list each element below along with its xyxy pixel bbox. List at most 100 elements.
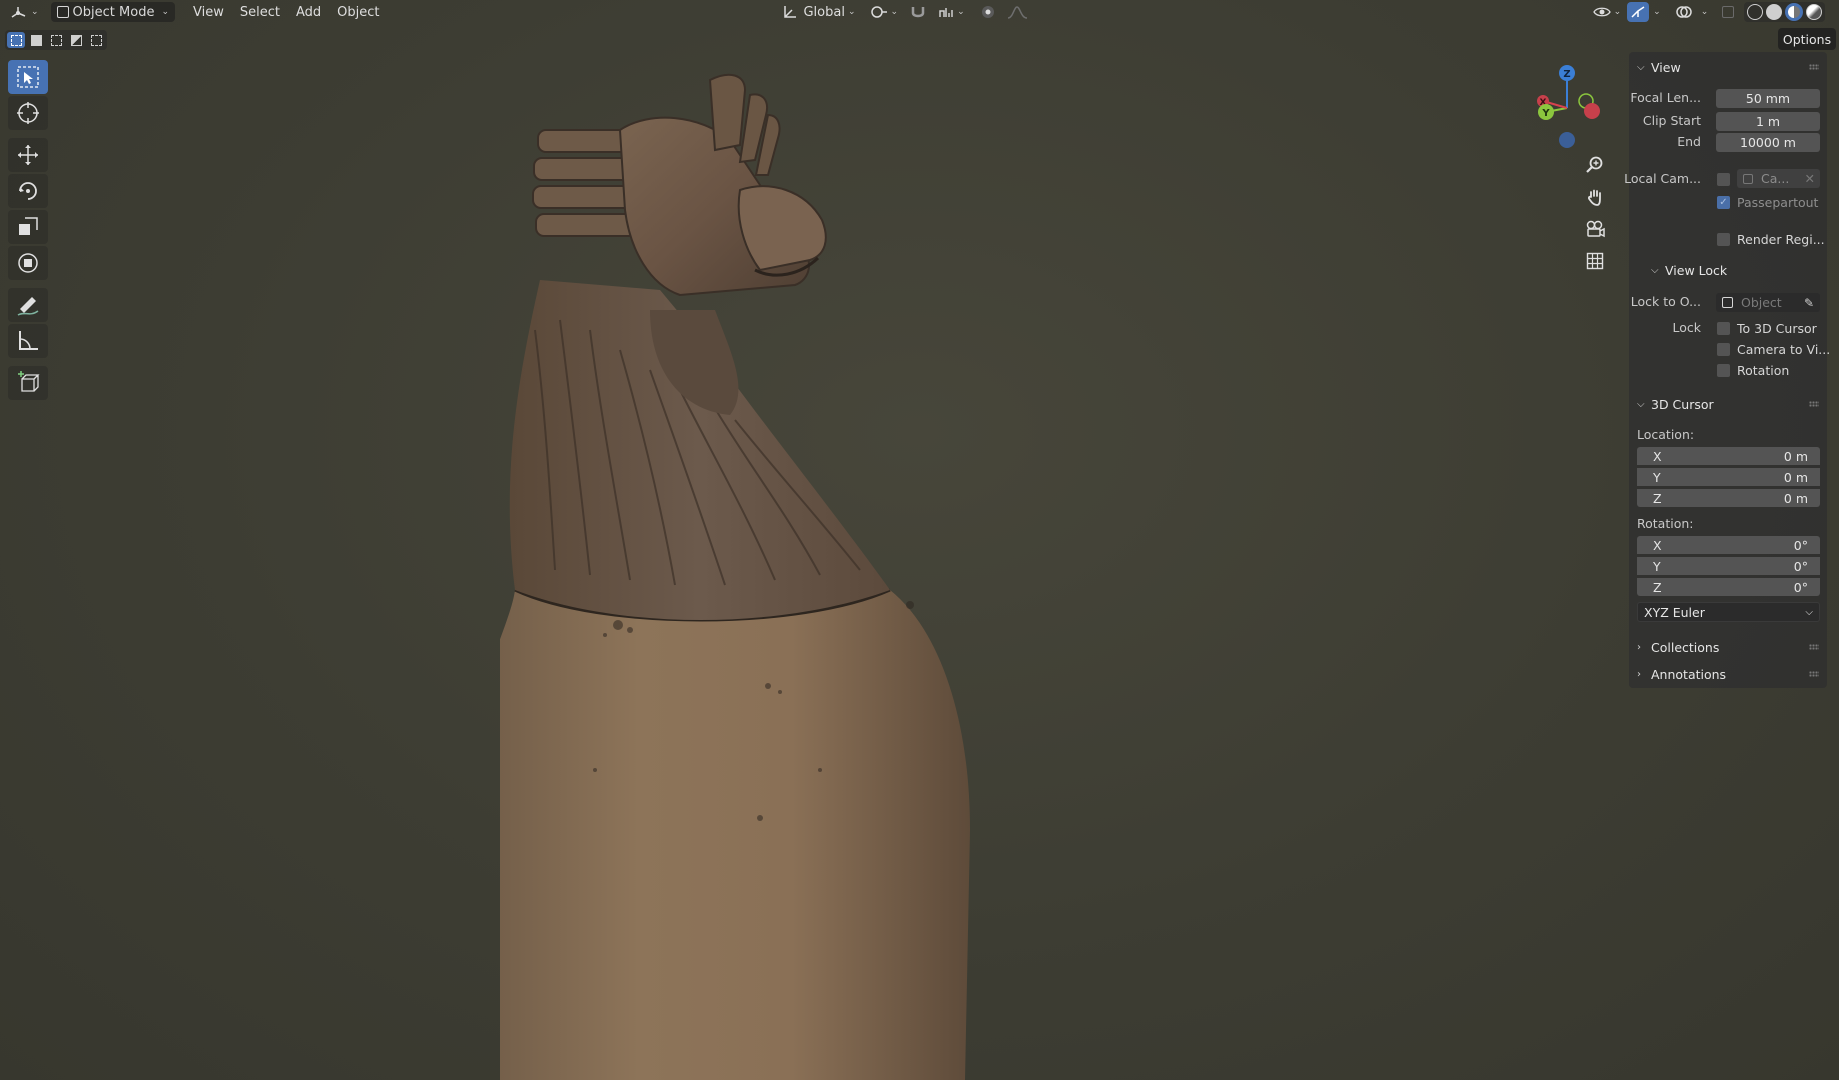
pivot-point-dropdown[interactable]: ⌄ bbox=[864, 2, 905, 22]
camera-view-button[interactable] bbox=[1580, 214, 1610, 244]
options-button[interactable]: Options bbox=[1778, 28, 1836, 50]
transform-tool[interactable] bbox=[8, 246, 48, 280]
canopic-jar-model[interactable] bbox=[500, 70, 1150, 1080]
rotation-mode-dropdown[interactable]: XYZ Euler ⌵ bbox=[1637, 602, 1820, 622]
measure-tool[interactable] bbox=[8, 324, 48, 358]
cursor-rotation-z-field[interactable]: Z 0° bbox=[1637, 578, 1820, 596]
render-region-label: Render Regi... bbox=[1737, 232, 1825, 247]
annotate-tool[interactable] bbox=[8, 288, 48, 322]
menu-select[interactable]: Select bbox=[232, 2, 288, 22]
select-subtract-icon[interactable] bbox=[47, 32, 65, 48]
scale-tool[interactable] bbox=[8, 210, 48, 244]
gizmo-icon bbox=[1631, 6, 1645, 18]
eye-icon bbox=[1592, 7, 1611, 17]
chevron-down-icon: ⌵ bbox=[1637, 398, 1645, 410]
local-camera-checkbox[interactable] bbox=[1717, 173, 1730, 186]
clip-end-field[interactable]: 10000 m bbox=[1716, 133, 1820, 152]
overlays-toggle[interactable] bbox=[1669, 2, 1699, 22]
3d-cursor-title: 3D Cursor bbox=[1651, 396, 1714, 412]
render-region-checkbox[interactable] bbox=[1717, 233, 1730, 246]
axis-value: 0° bbox=[1793, 537, 1808, 553]
orientation-icon bbox=[784, 6, 797, 18]
menu-add[interactable]: Add bbox=[288, 2, 329, 22]
pan-view-button[interactable] bbox=[1580, 182, 1610, 212]
object-mode-icon bbox=[56, 6, 69, 18]
cursor-location-x-field[interactable]: X 0 m bbox=[1637, 447, 1820, 465]
clear-icon[interactable]: ✕ bbox=[1805, 171, 1815, 186]
passepartout-checkbox[interactable]: ✓ bbox=[1717, 196, 1730, 209]
collections-header[interactable]: › Collections bbox=[1637, 636, 1719, 658]
scale-icon bbox=[19, 217, 38, 235]
axis-label: X bbox=[1653, 448, 1662, 464]
hand-icon bbox=[1588, 189, 1601, 206]
chevron-down-icon: ⌵ bbox=[1805, 606, 1813, 618]
select-invert-icon[interactable] bbox=[67, 32, 85, 48]
eyedropper-icon[interactable]: ✎ bbox=[1804, 296, 1814, 310]
rotation-mode-value: XYZ Euler bbox=[1644, 604, 1705, 620]
axis-label: Z bbox=[1653, 579, 1662, 595]
solid-shading-icon[interactable] bbox=[1766, 4, 1783, 20]
gizmo-toggle[interactable] bbox=[1627, 2, 1650, 22]
visibility-dropdown[interactable]: ⌄ bbox=[1587, 2, 1628, 22]
select-box-tool[interactable] bbox=[8, 60, 48, 94]
3d-cursor-header[interactable]: ⌵ 3D Cursor bbox=[1637, 393, 1714, 415]
drag-handle-icon[interactable] bbox=[1809, 64, 1819, 70]
clip-start-field[interactable]: 1 m bbox=[1716, 112, 1820, 131]
cursor-tool[interactable] bbox=[8, 96, 48, 130]
gizmo-z-label: Z bbox=[1563, 69, 1570, 80]
rotate-tool[interactable] bbox=[8, 174, 48, 208]
snap-target-dropdown[interactable]: ⌄ bbox=[932, 2, 971, 22]
selection-mode-buttons bbox=[5, 30, 107, 50]
view-lock-header[interactable]: ⌵ View Lock bbox=[1651, 259, 1727, 281]
move-tool[interactable] bbox=[8, 138, 48, 172]
menu-object[interactable]: Object bbox=[329, 2, 387, 22]
camera-to-view-checkbox[interactable] bbox=[1717, 343, 1730, 356]
lock-rotation-checkbox[interactable] bbox=[1717, 364, 1730, 377]
xray-toggle[interactable] bbox=[1716, 2, 1740, 22]
lock-to-object-field[interactable]: Object ✎ bbox=[1716, 293, 1820, 312]
chevron-down-icon: ⌄ bbox=[1613, 7, 1622, 17]
annotations-title: Annotations bbox=[1651, 666, 1727, 682]
navigation-gizmo[interactable]: Z X Y bbox=[1525, 60, 1605, 155]
material-shading-icon[interactable] bbox=[1785, 3, 1804, 21]
rendered-shading-icon[interactable] bbox=[1806, 4, 1823, 20]
proportional-editing-toggle[interactable] bbox=[975, 2, 1001, 22]
transform-orientation-label: Global bbox=[803, 4, 845, 20]
local-camera-field[interactable]: Ca... ✕ bbox=[1737, 169, 1820, 188]
lock-to-3d-cursor-checkbox[interactable] bbox=[1717, 322, 1730, 335]
select-intersect-icon[interactable] bbox=[87, 32, 105, 48]
view-panel-header[interactable]: ⌵ View bbox=[1637, 56, 1681, 78]
view-lock-title: View Lock bbox=[1665, 262, 1728, 278]
cursor-rotation-y-field[interactable]: Y 0° bbox=[1637, 557, 1820, 575]
cursor-rotation-x-field[interactable]: X 0° bbox=[1637, 536, 1820, 554]
select-extend-icon[interactable] bbox=[27, 32, 45, 48]
drag-handle-icon[interactable] bbox=[1809, 644, 1819, 650]
transform-orientation-dropdown[interactable]: Global ⌄ bbox=[776, 2, 861, 22]
chevron-down-icon[interactable]: ⌄ bbox=[1653, 7, 1661, 17]
ortho-toggle-button[interactable] bbox=[1580, 246, 1610, 276]
gizmo-y-label: Y bbox=[1541, 108, 1550, 119]
wireframe-shading-icon[interactable] bbox=[1747, 4, 1764, 20]
chevron-down-icon: ⌄ bbox=[161, 7, 169, 17]
local-camera-value: Ca... bbox=[1761, 171, 1790, 186]
overlays-icon bbox=[1675, 6, 1692, 18]
chevron-down-icon: ⌄ bbox=[31, 7, 39, 17]
cursor-location-z-field[interactable]: Z 0 m bbox=[1637, 489, 1820, 507]
cursor-location-y-field[interactable]: Y 0 m bbox=[1637, 468, 1820, 486]
lock-to-object-placeholder: Object bbox=[1741, 295, 1782, 310]
select-new-icon[interactable] bbox=[7, 32, 25, 48]
focal-length-field[interactable]: 50 mm bbox=[1716, 89, 1820, 108]
viewport-header: ⌄ Object Mode ⌄ View Select Add Object G… bbox=[0, 0, 1839, 24]
3d-viewport[interactable]: ⌄ Object Mode ⌄ View Select Add Object G… bbox=[0, 0, 1839, 1080]
add-cube-tool[interactable] bbox=[8, 366, 48, 400]
chevron-down-icon[interactable]: ⌄ bbox=[1701, 7, 1709, 17]
zoom-view-button[interactable] bbox=[1580, 150, 1610, 180]
drag-handle-icon[interactable] bbox=[1809, 671, 1819, 677]
drag-handle-icon[interactable] bbox=[1809, 401, 1819, 407]
falloff-dropdown[interactable] bbox=[1001, 2, 1035, 22]
mode-dropdown[interactable]: Object Mode ⌄ bbox=[50, 2, 175, 22]
menu-view[interactable]: View bbox=[185, 2, 232, 22]
annotations-header[interactable]: › Annotations bbox=[1637, 663, 1726, 685]
editor-type-button[interactable]: ⌄ bbox=[4, 2, 45, 22]
snap-toggle[interactable] bbox=[904, 2, 932, 22]
